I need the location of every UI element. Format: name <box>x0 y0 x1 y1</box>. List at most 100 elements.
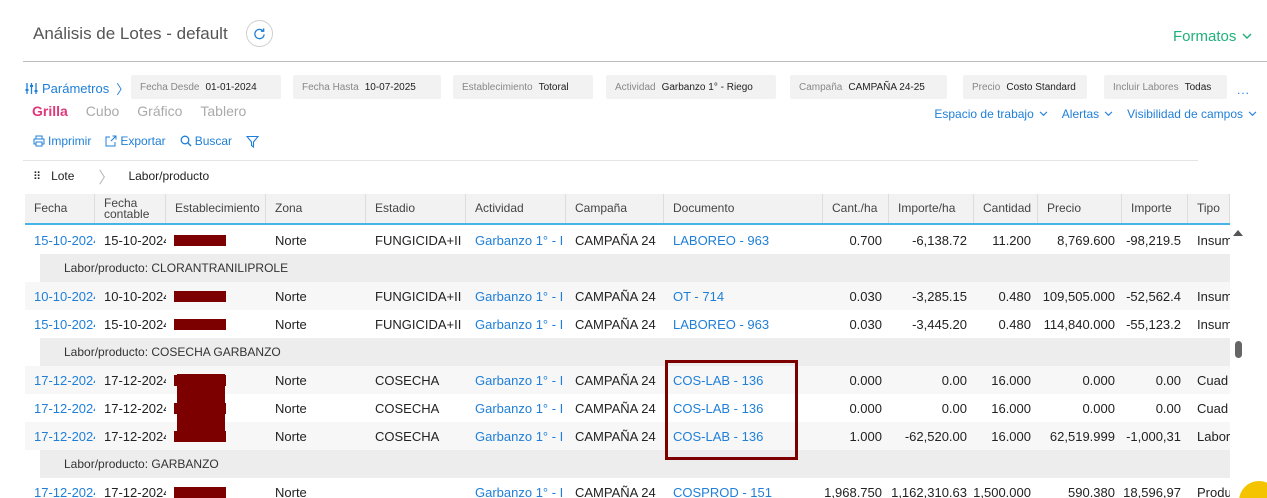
cell-fecha-contable: 17-12-2024 <box>104 372 166 388</box>
filter-label: Fecha Desde <box>140 81 200 93</box>
cell-campana: CAMPAÑA 24 <box>575 372 656 388</box>
column-header[interactable]: Estadio <box>366 194 466 223</box>
cell-fecha[interactable]: 17-12-2024 <box>25 366 95 394</box>
cell-actividad[interactable]: Garbanzo 1° - I <box>466 310 566 338</box>
workspace-dropdown[interactable]: Espacio de trabajo <box>934 107 1048 121</box>
column-header[interactable]: Importe/ha <box>889 194 974 223</box>
cell-campana: CAMPAÑA 24 <box>575 288 656 304</box>
more-filters-button[interactable]: ... <box>1237 83 1250 97</box>
filter-icon <box>246 135 260 148</box>
scroll-thumb[interactable] <box>1235 341 1242 358</box>
cell-fecha[interactable]: 15-10-2024 <box>25 226 95 254</box>
cell-documento[interactable]: OT - 714 <box>664 282 823 310</box>
group-row[interactable]: Labor/producto: CLORANTRANILIPROLE <box>40 254 1230 282</box>
cell-zona: Norte <box>275 316 307 332</box>
toolbar-divider <box>23 160 1198 161</box>
cell-zona: Norte <box>275 484 307 498</box>
table-row[interactable]: 17-12-202417-12-2024TotoralNorteGarbanzo… <box>25 478 1230 498</box>
cell-cant-ha: 1,968.750 <box>824 484 882 498</box>
cell-actividad[interactable]: Garbanzo 1° - I <box>466 394 566 422</box>
filter-value: Totoral <box>538 81 569 93</box>
tab-cubo[interactable]: Cubo <box>86 103 119 119</box>
filter-value: Todas <box>1184 81 1212 93</box>
cell-actividad[interactable]: Garbanzo 1° - I <box>466 478 566 498</box>
export-icon <box>105 135 117 147</box>
cell-importe: -52,562.4 <box>1126 288 1181 304</box>
group-chip-lote[interactable]: Lote <box>51 169 74 183</box>
search-button[interactable]: Buscar <box>180 134 232 148</box>
tab-grafico[interactable]: Gráfico <box>137 103 182 119</box>
refresh-button[interactable] <box>246 20 273 47</box>
filter-date-from[interactable]: Fecha Desde 01-01-2024 <box>131 75 281 99</box>
export-button[interactable]: Exportar <box>105 134 166 148</box>
cell-actividad[interactable]: Garbanzo 1° - I <box>466 422 566 450</box>
filter-date-to[interactable]: Fecha Hasta 10-07-2025 <box>293 75 441 99</box>
cell-estadio: FUNGICIDA+II <box>375 232 462 248</box>
chevron-down-icon <box>1039 111 1048 117</box>
filter-include-labors[interactable]: Incluir Labores Todas <box>1104 75 1227 99</box>
filter-establishment[interactable]: Establecimiento Totoral <box>453 75 593 99</box>
cell-documento[interactable]: COSPROD - 151 <box>664 478 823 498</box>
table-row[interactable]: 15-10-202415-10-2024TotoralNorteFUNGICID… <box>25 310 1230 338</box>
group-row[interactable]: Labor/producto: GARBANZO <box>40 450 1230 478</box>
cell-cant-ha: 0.030 <box>849 288 882 304</box>
cell-actividad[interactable]: Garbanzo 1° - I <box>466 366 566 394</box>
filter-value: Garbanzo 1° - Riego <box>661 81 753 93</box>
filter-button[interactable] <box>246 135 260 148</box>
cell-tipo: Produ <box>1197 484 1230 498</box>
column-header[interactable]: Campaña <box>566 194 664 223</box>
formats-dropdown[interactable]: Formatos <box>1173 28 1252 45</box>
group-chip-labor[interactable]: Labor/producto <box>128 169 209 183</box>
cell-fecha[interactable]: 17-12-2024 <box>25 422 95 450</box>
params-button[interactable]: Parámetros 〉 <box>25 79 129 98</box>
vertical-scrollbar[interactable] <box>1230 225 1246 498</box>
alerts-dropdown[interactable]: Alertas <box>1062 107 1113 121</box>
chevron-down-icon <box>1248 111 1257 117</box>
data-grid: Fecha Fecha contable Establecimiento Zona Es… <box>25 194 1246 498</box>
column-header[interactable]: Tipo <box>1188 194 1230 223</box>
filter-price[interactable]: Precio Costo Standard <box>963 75 1087 99</box>
toolbar: Imprimir Exportar Buscar <box>33 134 260 148</box>
tab-tablero[interactable]: Tablero <box>200 103 246 119</box>
scroll-up-arrow-icon[interactable] <box>1233 230 1243 236</box>
redaction-mark <box>174 487 226 498</box>
cell-fecha[interactable]: 10-10-2024 <box>25 282 95 310</box>
print-button[interactable]: Imprimir <box>33 134 91 148</box>
filter-label: Campaña <box>799 81 843 93</box>
table-row[interactable]: 10-10-2024 10-10-2024 Norte FUNGICIDA+II Gar… <box>25 282 1230 310</box>
column-header[interactable]: Zona <box>266 194 366 223</box>
cell-estadio: FUNGICIDA+II <box>375 288 462 304</box>
tab-grilla[interactable]: Grilla <box>32 103 68 119</box>
cell-cantidad: 16.000 <box>991 372 1031 388</box>
filter-activity[interactable]: Actividad Garbanzo 1° - Riego <box>606 75 776 99</box>
filter-value: 01-01-2024 <box>205 81 257 93</box>
cell-estadio: FUNGICIDA+II <box>375 316 462 332</box>
column-header[interactable]: Importe <box>1122 194 1188 223</box>
column-header[interactable]: Establecimiento <box>166 194 266 223</box>
cell-fecha[interactable]: 17-12-2024 <box>25 394 95 422</box>
table-row[interactable]: 15-10-2024 15-10-2024 Norte FUNGICIDA+II Gar… <box>25 226 1230 254</box>
column-header[interactable]: Cant./ha <box>823 194 889 223</box>
page-title: Análisis de Lotes - default <box>33 24 228 43</box>
cell-fecha[interactable]: 15-10-2024 <box>25 310 95 338</box>
group-row[interactable]: Labor/producto: COSECHA GARBANZO <box>40 338 1230 366</box>
cell-actividad[interactable]: Garbanzo 1° - I <box>466 282 566 310</box>
cell-actividad[interactable]: Garbanzo 1° - I <box>466 226 566 254</box>
grid-header: Fecha Fecha contable Establecimiento Zona Es… <box>25 194 1230 225</box>
column-header[interactable]: Actividad <box>466 194 566 223</box>
column-header[interactable]: Fecha contable <box>95 194 166 223</box>
cell-cantidad: 11.200 <box>992 232 1031 248</box>
filter-label: Fecha Hasta <box>302 81 359 93</box>
column-header[interactable]: Fecha <box>25 194 95 223</box>
cell-documento[interactable]: LABOREO - 963 <box>664 226 823 254</box>
drag-grip-icon[interactable]: ⠿ <box>33 170 41 183</box>
column-header[interactable]: Precio <box>1038 194 1122 223</box>
cell-documento[interactable]: LABOREO - 963 <box>664 310 823 338</box>
cell-fecha[interactable]: 17-12-2024 <box>25 478 95 498</box>
cell-importe: -98,219.5 <box>1126 232 1181 248</box>
column-header[interactable]: Documento <box>664 194 823 223</box>
filter-campaign[interactable]: Campaña CAMPAÑA 24-25 <box>790 75 947 99</box>
field-visibility-dropdown[interactable]: Visibilidad de campos <box>1127 107 1257 121</box>
params-label: Parámetros <box>42 81 110 96</box>
column-header[interactable]: Cantidad <box>974 194 1038 223</box>
